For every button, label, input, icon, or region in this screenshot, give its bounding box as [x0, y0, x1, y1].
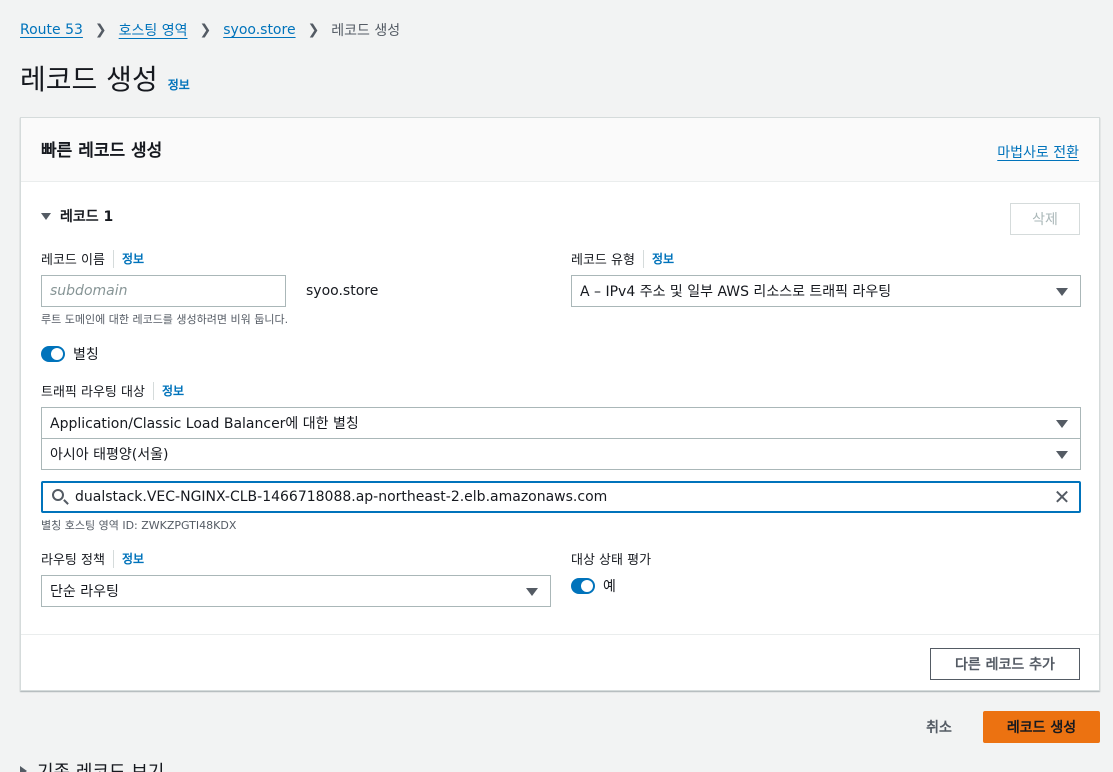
record-name-help: 루트 도메인에 대한 레코드를 생성하려면 비워 둡니다.: [41, 313, 289, 326]
caret-down-icon: [1056, 420, 1068, 428]
divider: [112, 549, 114, 568]
record-name-label: 레코드 이름: [41, 253, 105, 268]
traffic-target-info-link[interactable]: 정보: [162, 382, 184, 399]
search-icon: [52, 489, 64, 501]
evaluate-health-label: 대상 상태 평가: [571, 553, 652, 568]
routing-policy-label-row: 라우팅 정책 정보: [41, 549, 144, 568]
page-title: 레코드 생성: [20, 63, 158, 96]
caret-down-icon: [1056, 451, 1068, 459]
alias-toggle-row[interactable]: 별칭: [41, 344, 99, 364]
routing-policy-info-link[interactable]: 정보: [122, 550, 144, 567]
create-records-button[interactable]: 레코드 생성: [983, 711, 1100, 743]
caret-down-icon: [1056, 288, 1068, 296]
breadcrumb-zone[interactable]: syoo.store: [223, 22, 295, 38]
caret-right-icon: [20, 766, 27, 772]
record-name-info-link[interactable]: 정보: [122, 250, 144, 267]
breadcrumb: Route 53 ❯ 호스팅 영역 ❯ syoo.store ❯ 레코드 생성: [20, 20, 400, 40]
page-title-row: 레코드 생성 정보: [20, 58, 190, 98]
domain-suffix: syoo.store: [306, 283, 379, 299]
cancel-button[interactable]: 취소: [910, 711, 968, 743]
load-balancer-value: dualstack.VEC-NGINX-CLB-1466718088.ap-no…: [75, 489, 608, 505]
chevron-right-icon: ❯: [199, 22, 212, 38]
health-label-row: 대상 상태 평가: [571, 549, 651, 568]
add-another-record-button[interactable]: 다른 레코드 추가: [930, 648, 1080, 680]
view-existing-records-section[interactable]: 기존 레코드 보기: [20, 758, 164, 772]
hosted-zone-id-help: 별칭 호스팅 영역 ID: ZWKZPGTI48KDX: [41, 519, 237, 532]
routing-policy-select[interactable]: 단순 라우팅: [41, 575, 551, 607]
breadcrumb-hosted-zones[interactable]: 호스팅 영역: [119, 20, 188, 40]
routing-policy-label: 라우팅 정책: [41, 553, 105, 568]
close-icon[interactable]: ✕: [1053, 487, 1071, 507]
switch-to-wizard-link[interactable]: 마법사로 전환: [997, 142, 1079, 162]
record-name-label-row: 레코드 이름 정보: [41, 249, 144, 268]
health-toggle-row[interactable]: 예: [571, 576, 616, 596]
evaluate-health-toggle[interactable]: [571, 578, 595, 594]
breadcrumb-route53[interactable]: Route 53: [20, 22, 83, 38]
record-type-value: A – IPv4 주소 및 일부 AWS 리소스로 트래픽 라우팅: [580, 284, 892, 300]
record-1-title: 레코드 1: [60, 209, 114, 225]
record-type-label: 레코드 유형: [571, 253, 635, 268]
region-select[interactable]: 아시아 태평양(서울): [41, 438, 1081, 470]
record-type-info-link[interactable]: 정보: [652, 250, 674, 267]
record-type-label-row: 레코드 유형 정보: [571, 249, 674, 268]
record-1-toggle[interactable]: 레코드 1: [41, 206, 113, 226]
traffic-target-label-row: 트래픽 라우팅 대상 정보: [41, 381, 184, 400]
divider: [152, 381, 154, 400]
record-name-input[interactable]: subdomain: [41, 275, 286, 307]
panel-footer-divider: [21, 634, 1099, 635]
evaluate-health-toggle-label: 예: [603, 579, 616, 595]
alias-label: 별칭: [73, 347, 99, 363]
alias-toggle[interactable]: [41, 346, 65, 362]
panel-title: 빠른 레코드 생성: [41, 141, 163, 161]
caret-down-icon: [41, 212, 51, 220]
page-info-link[interactable]: 정보: [168, 76, 190, 93]
breadcrumb-current: 레코드 생성: [331, 23, 401, 39]
quick-create-panel: 빠른 레코드 생성 마법사로 전환 레코드 1 삭제 레코드 이름 정보 sub…: [20, 117, 1100, 691]
traffic-target-label: 트래픽 라우팅 대상: [41, 385, 145, 400]
chevron-right-icon: ❯: [94, 22, 107, 38]
region-value: 아시아 태평양(서울): [50, 447, 169, 463]
record-type-select[interactable]: A – IPv4 주소 및 일부 AWS 리소스로 트래픽 라우팅: [571, 275, 1081, 307]
load-balancer-search[interactable]: dualstack.VEC-NGINX-CLB-1466718088.ap-no…: [41, 481, 1081, 513]
endpoint-type-value: Application/Classic Load Balancer에 대한 별칭: [50, 416, 359, 432]
divider: [642, 249, 644, 268]
view-existing-records-title: 기존 레코드 보기: [37, 758, 164, 772]
delete-button[interactable]: 삭제: [1010, 203, 1080, 235]
endpoint-type-select[interactable]: Application/Classic Load Balancer에 대한 별칭: [41, 407, 1081, 439]
panel-header: 빠른 레코드 생성 마법사로 전환: [21, 118, 1099, 182]
chevron-right-icon: ❯: [307, 22, 320, 38]
caret-down-icon: [526, 588, 538, 596]
divider: [112, 249, 114, 268]
routing-policy-value: 단순 라우팅: [50, 584, 119, 600]
